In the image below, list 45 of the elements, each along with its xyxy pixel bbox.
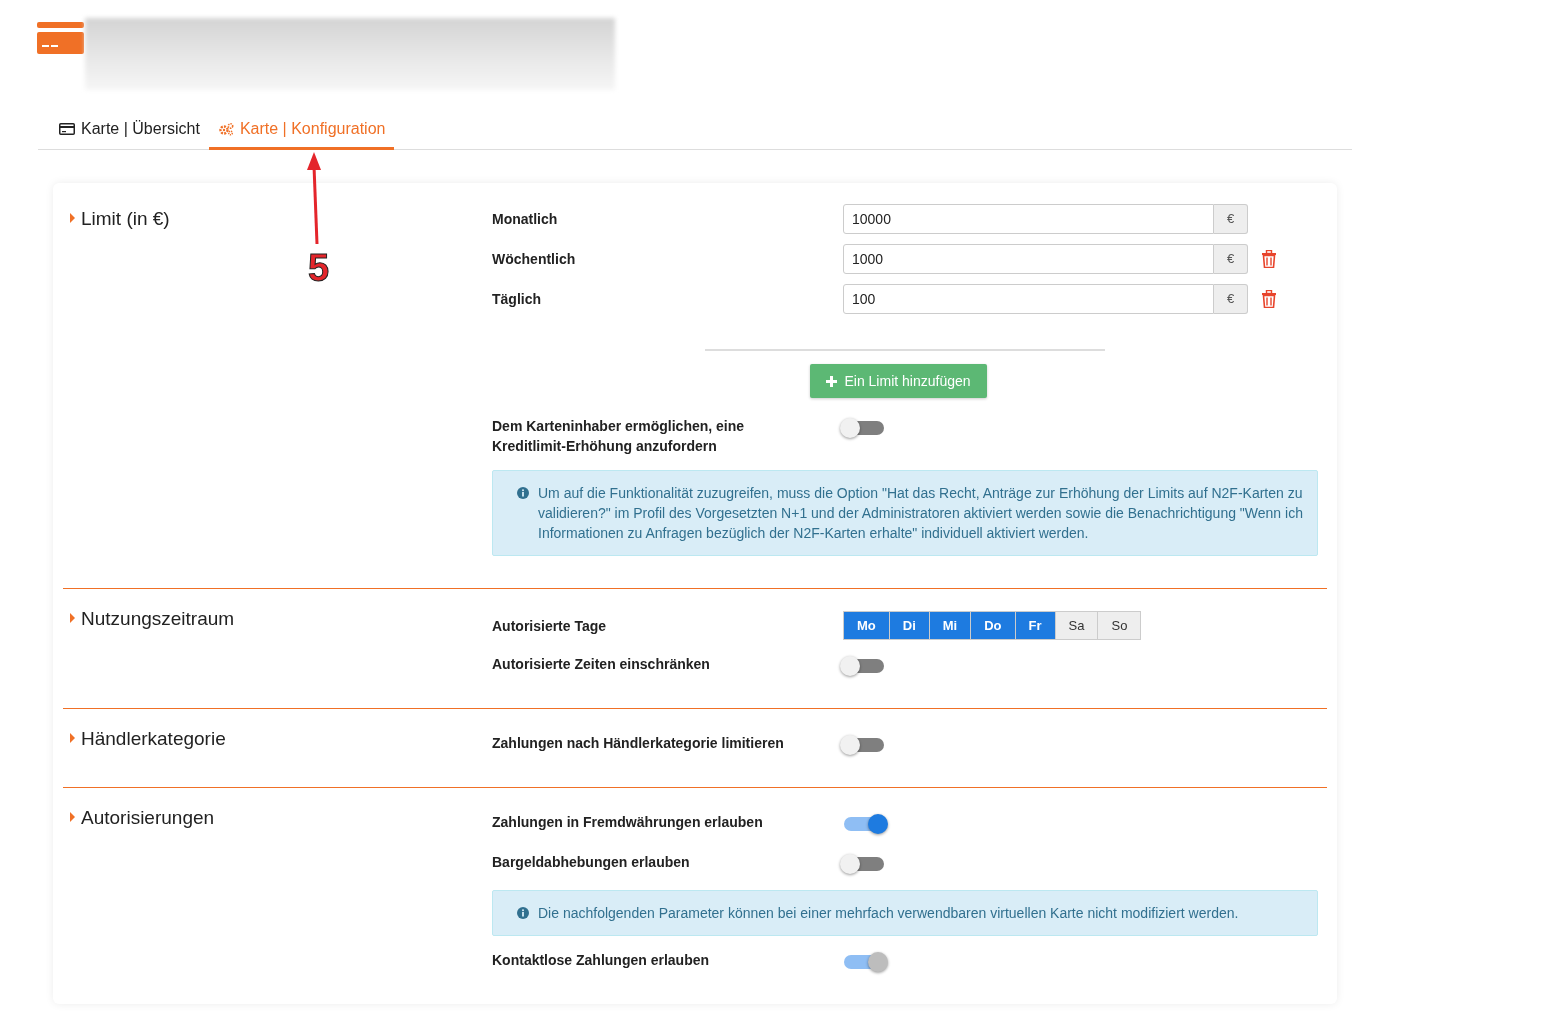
field-label: Monatlich: [492, 210, 559, 229]
field-label: Autorisierte Tage: [492, 616, 608, 636]
add-limit-button[interactable]: Ein Limit hinzufügen: [810, 364, 987, 398]
caret-icon: [70, 613, 75, 623]
field-label: Wöchentlich: [492, 250, 577, 269]
gears-icon: [217, 121, 234, 136]
section-title: Autorisierungen: [81, 806, 215, 830]
section-title: Limit (in €): [81, 207, 170, 231]
field-label: Autorisierte Zeiten einschränken: [492, 655, 711, 674]
currency-addon: €: [1214, 204, 1248, 234]
info-text: Die nachfolgenden Parameter können bei einer mehrfach verwendbaren virtuellen Karte nicht modifiziert werden.: [538, 904, 1239, 923]
tab[interactable]: Karte | Übersicht: [50, 110, 209, 150]
caret-icon: [70, 213, 75, 223]
section-title: Händlerkategorie: [81, 727, 226, 751]
currency-addon: €: [1214, 244, 1248, 274]
amount-field[interactable]: 1000: [843, 244, 1214, 274]
info-icon: [517, 907, 529, 919]
caret-icon: [70, 812, 75, 822]
annotation-number: 5: [308, 248, 330, 288]
delete-button[interactable]: [1261, 290, 1277, 308]
field-label: Täglich: [492, 290, 542, 309]
field-label: Bargeldabhebungen erlauben: [492, 853, 691, 872]
field-label: Zahlungen in Fremdwährungen erlauben: [492, 813, 764, 832]
day-toggle[interactable]: Mo: [843, 611, 890, 640]
credit-card-icon: [59, 122, 75, 135]
day-toggle[interactable]: Mi: [928, 611, 972, 640]
amount-field[interactable]: 10000: [843, 204, 1214, 234]
tab[interactable]: Karte | Konfiguration: [208, 110, 395, 150]
field-label: Kontaktlose Zahlungen erlauben: [492, 951, 711, 970]
currency-addon: €: [1214, 284, 1248, 314]
field-label: Zahlungen nach Händlerkategorie limitieren: [492, 734, 785, 753]
day-toggle[interactable]: So: [1097, 611, 1142, 640]
info-text: Um auf die Funktionalität zuzugreifen, muss die Option "Hat das Recht, Anträge zur Erhöhung der Limits auf N2F-Karten zu validieren?" im Profil des Vorgesetzten N+1 und der Administratoren aktiviert werden sowie die Benachrichtigung "Wenn ich Informationen zu Anfragen bezüglich der N2F-Karten erhalte" individuell aktiviert werden.: [538, 484, 1303, 543]
day-toggle[interactable]: Do: [970, 611, 1016, 640]
amount-field[interactable]: 100: [843, 284, 1214, 314]
caret-icon: [70, 733, 75, 743]
card-icon: [37, 22, 84, 56]
section-title: Nutzungszeitraum: [81, 607, 235, 631]
day-toggle[interactable]: Fr: [1014, 611, 1056, 640]
day-toggle[interactable]: Sa: [1054, 611, 1099, 640]
info-icon: [517, 487, 529, 499]
delete-button[interactable]: [1261, 250, 1277, 268]
plus-icon: [826, 375, 838, 387]
day-toggle[interactable]: Di: [888, 611, 930, 640]
field-label: Dem Karteninhaber ermöglichen, eine Kreditlimit-Erhöhung anzufordern: [492, 417, 746, 456]
